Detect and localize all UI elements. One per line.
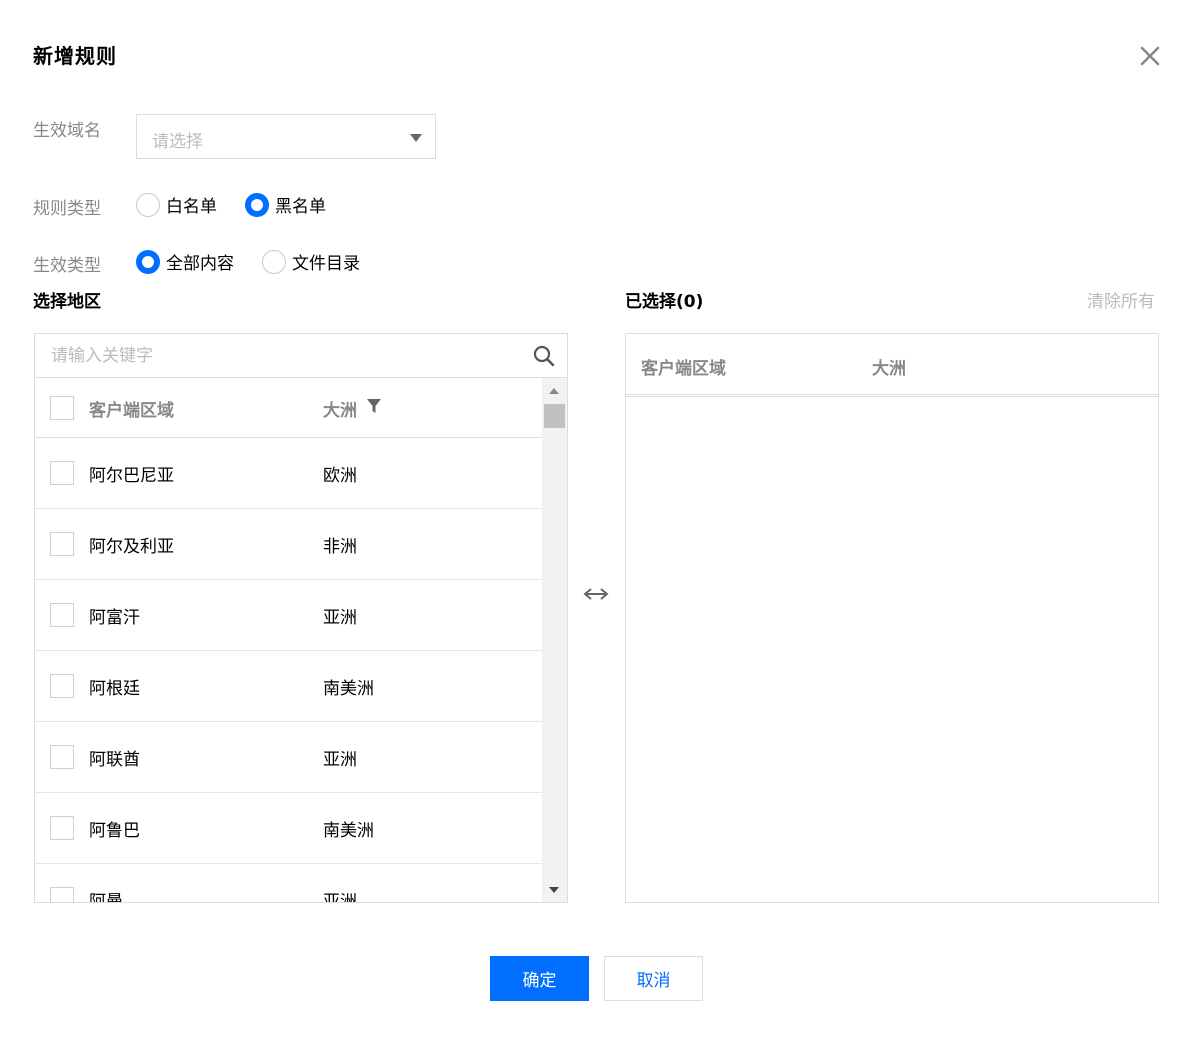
table-row: 阿曼 亚洲: [35, 864, 542, 903]
scroll-up-arrow-icon[interactable]: [549, 388, 559, 394]
cancel-button[interactable]: 取消: [604, 956, 703, 1001]
row-region: 阿联酋: [89, 750, 140, 770]
column-header-region: 客户端区域: [89, 401, 174, 421]
row-region: 阿鲁巴: [89, 821, 140, 841]
radio-file-directory-label: 文件目录: [292, 254, 360, 274]
radio-blacklist[interactable]: 黑名单: [245, 192, 326, 217]
row-checkbox[interactable]: [50, 887, 74, 902]
table-row: 阿尔巴尼亚 欧洲: [35, 438, 542, 509]
row-checkbox[interactable]: [50, 674, 74, 698]
close-icon[interactable]: [1138, 44, 1162, 68]
effect-type-label: 生效类型: [33, 256, 101, 276]
search-icon[interactable]: [533, 345, 555, 367]
dialog-title: 新增规则: [33, 44, 117, 68]
row-region: 阿尔及利亚: [89, 537, 174, 557]
table-header: 客户端区域 大洲: [35, 378, 542, 438]
caret-down-icon: [410, 134, 422, 142]
row-continent: 亚洲: [323, 892, 357, 903]
table-row: 阿富汗 亚洲: [35, 580, 542, 651]
radio-all-content-label: 全部内容: [166, 254, 234, 274]
row-continent: 亚洲: [323, 608, 357, 628]
selected-regions-panel: 客户端区域 大洲: [625, 333, 1159, 903]
clear-all-link[interactable]: 清除所有: [1087, 287, 1155, 312]
rule-type-radio-group: 白名单 黑名单: [136, 192, 354, 217]
table-row: 阿根廷 南美洲: [35, 651, 542, 722]
radio-unchecked-icon: [262, 249, 286, 274]
row-region: 阿曼: [89, 892, 123, 903]
swap-arrows-icon: [583, 588, 609, 600]
row-region: 阿尔巴尼亚: [89, 466, 174, 486]
selected-column-continent: 大洲: [872, 359, 906, 379]
row-continent: 非洲: [323, 537, 357, 557]
radio-all-content[interactable]: 全部内容: [136, 249, 234, 274]
filter-icon[interactable]: [367, 398, 381, 414]
select-region-title: 选择地区: [33, 292, 101, 312]
domain-select-placeholder: 请选择: [152, 132, 203, 152]
row-region: 阿根廷: [89, 679, 140, 699]
row-continent: 亚洲: [323, 750, 357, 770]
radio-checked-icon: [136, 249, 160, 274]
row-checkbox[interactable]: [50, 745, 74, 769]
selected-column-region: 客户端区域: [641, 359, 726, 379]
domain-label: 生效域名: [33, 121, 101, 141]
column-header-continent: 大洲: [323, 401, 357, 421]
radio-whitelist[interactable]: 白名单: [136, 192, 217, 217]
row-continent: 南美洲: [323, 821, 374, 841]
selected-count-title: 已选择(0): [625, 292, 704, 312]
radio-file-directory[interactable]: 文件目录: [262, 249, 360, 274]
row-checkbox[interactable]: [50, 816, 74, 840]
table-row: 阿联酋 亚洲: [35, 722, 542, 793]
row-continent: 南美洲: [323, 679, 374, 699]
radio-blacklist-label: 黑名单: [275, 197, 326, 217]
confirm-button[interactable]: 确定: [490, 956, 589, 1001]
region-source-panel: 客户端区域 大洲 阿尔巴尼亚 欧洲 阿尔及利亚 非洲 阿富汗 亚洲 阿根廷 南美…: [34, 333, 568, 903]
region-table: 客户端区域 大洲 阿尔巴尼亚 欧洲 阿尔及利亚 非洲 阿富汗 亚洲 阿根廷 南美…: [35, 378, 542, 903]
select-all-checkbox[interactable]: [50, 396, 74, 420]
selected-table-header: 客户端区域 大洲: [626, 334, 1158, 397]
row-checkbox[interactable]: [50, 532, 74, 556]
effect-type-radio-group: 全部内容 文件目录: [136, 249, 388, 274]
search-input[interactable]: [35, 334, 525, 377]
domain-select[interactable]: 请选择: [136, 114, 436, 159]
radio-whitelist-label: 白名单: [166, 197, 217, 217]
radio-checked-icon: [245, 192, 269, 217]
table-scrollbar[interactable]: [542, 378, 567, 902]
rule-type-label: 规则类型: [33, 199, 101, 219]
row-checkbox[interactable]: [50, 603, 74, 627]
row-continent: 欧洲: [323, 466, 357, 486]
scroll-thumb[interactable]: [544, 404, 565, 428]
table-row: 阿鲁巴 南美洲: [35, 793, 542, 864]
table-row: 阿尔及利亚 非洲: [35, 509, 542, 580]
radio-unchecked-icon: [136, 192, 160, 217]
row-checkbox[interactable]: [50, 461, 74, 485]
scroll-down-arrow-icon[interactable]: [549, 887, 559, 893]
search-bar: [35, 334, 567, 378]
row-region: 阿富汗: [89, 608, 140, 628]
